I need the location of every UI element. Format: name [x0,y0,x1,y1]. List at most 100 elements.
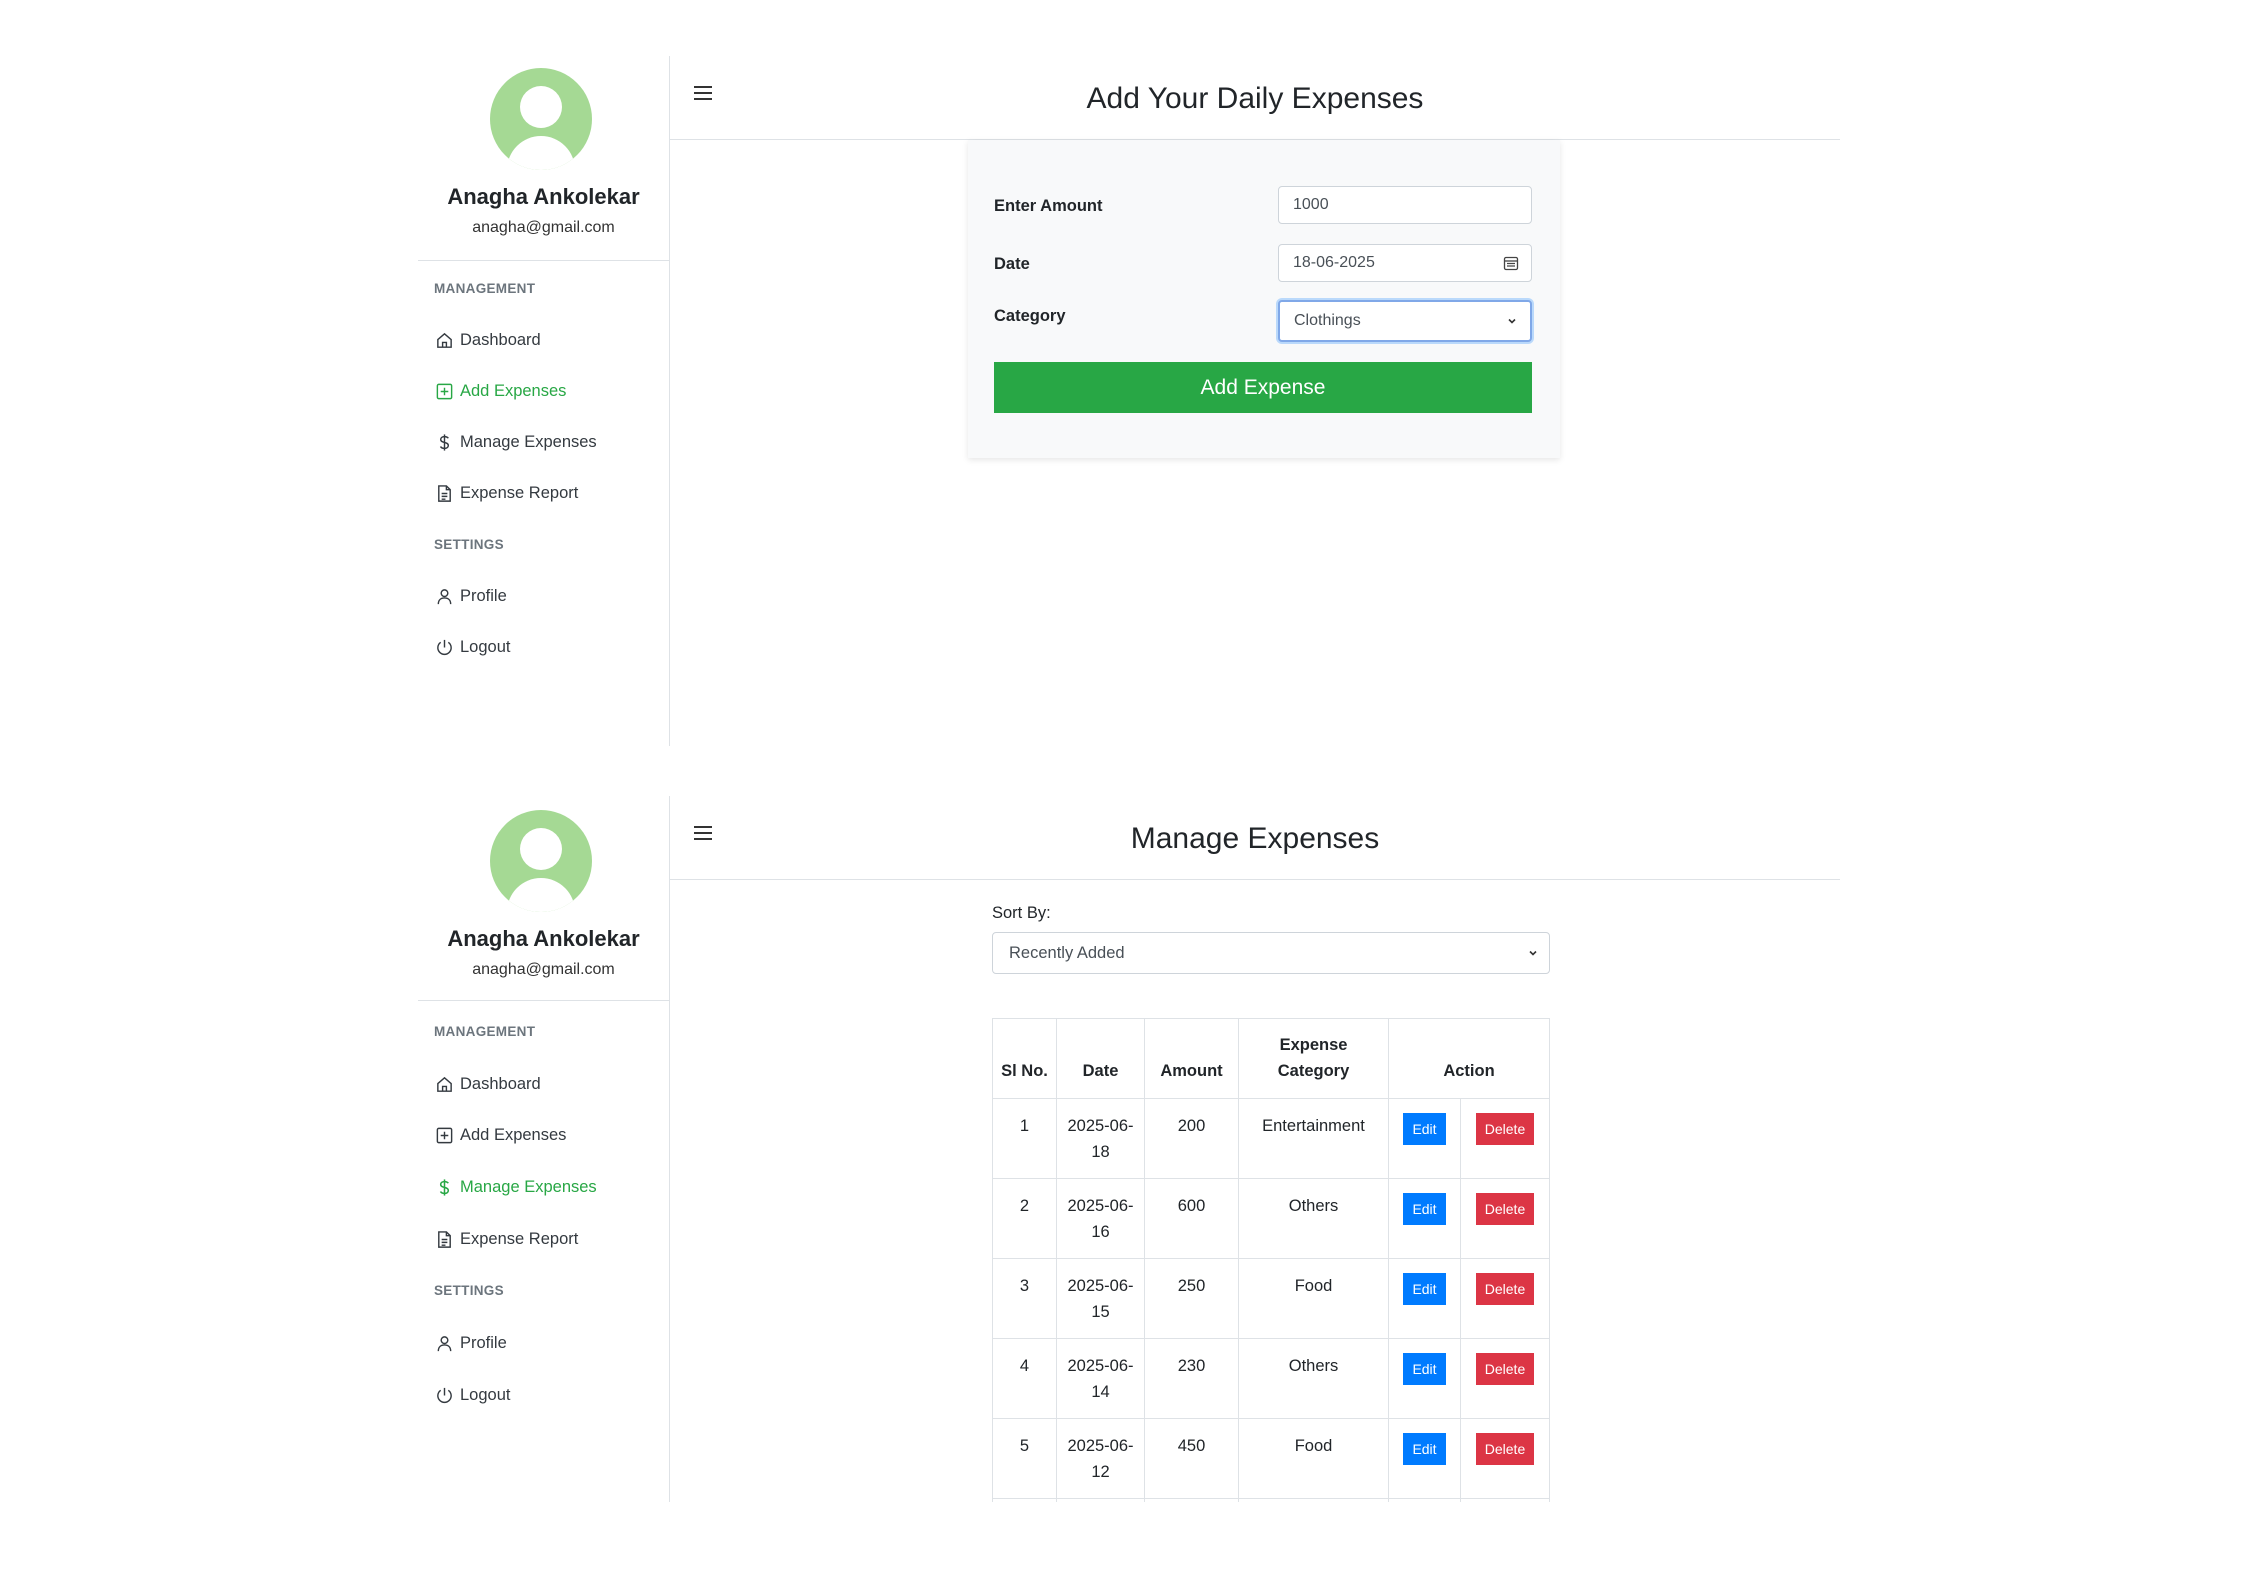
category-label: Category [994,307,1066,325]
chevron-down-icon [1527,933,1539,973]
header-sl-no: Sl No. [992,1018,1057,1099]
sidebar-item-profile[interactable]: Profile [434,1329,507,1357]
sidebar: Anagha Ankolekar anagha@gmail.com MANAGE… [418,796,670,1502]
sidebar-item-label: Profile [460,586,507,605]
add-expense-button[interactable]: Add Expense [994,362,1532,413]
add-expense-form: Enter Amount 1000 Date 18-06-2025 Catego… [968,140,1560,458]
sidebar-item-logout[interactable]: Logout [434,633,510,661]
edit-button[interactable]: Edit [1403,1273,1446,1305]
amount-input[interactable]: 1000 [1278,186,1532,224]
table-row: 3 2025-06-15 250 Food Edit Delete [992,1258,1550,1339]
table-row: 5 2025-06-12 450 Food Edit Delete [992,1418,1550,1499]
page-title: Manage Expenses [1130,822,1380,855]
sidebar-item-dashboard[interactable]: Dashboard [434,326,541,354]
table-row: 1 2025-06-18 200 Entertainment Edit Dele… [992,1098,1550,1179]
user-name: Anagha Ankolekar [447,184,640,209]
page-title: Add Your Daily Expenses [1086,82,1424,115]
avatar [490,810,592,912]
edit-button[interactable]: Edit [1403,1113,1446,1145]
sidebar-item-profile[interactable]: Profile [434,582,507,610]
edit-button[interactable]: Edit [1403,1353,1446,1385]
amount-value: 1000 [1293,196,1329,213]
sidebar-item-manage-expenses[interactable]: Manage Expenses [434,1173,597,1201]
sidebar-item-dashboard[interactable]: Dashboard [434,1070,541,1098]
sidebar-item-label: Logout [460,637,511,656]
amount-label: Enter Amount [994,197,1103,215]
delete-button[interactable]: Delete [1475,1273,1535,1305]
sort-select[interactable]: Recently Added [992,932,1550,974]
cell-date: 2025-06-16 [1056,1178,1145,1259]
cell-amount: 250 [1144,1258,1239,1339]
home-icon [434,330,454,350]
cell-category: Others [1238,1338,1389,1419]
chevron-down-icon [1506,302,1518,340]
date-input[interactable]: 18-06-2025 [1278,244,1532,282]
cell-sl: 2 [992,1178,1057,1259]
delete-button[interactable]: Delete [1475,1353,1535,1385]
user-icon [434,586,454,606]
category-select[interactable]: Clothings [1278,300,1532,342]
section-management: MANAGEMENT [434,1024,536,1039]
header-amount: Amount [1144,1018,1239,1099]
sidebar-item-label: Dashboard [460,330,541,349]
manage-expenses-screen: Anagha Ankolekar anagha@gmail.com MANAGE… [418,796,1840,1502]
cell-sl: 4 [992,1338,1057,1419]
plus-square-icon [434,381,454,401]
header-action: Action [1388,1018,1550,1099]
cell-amount: 450 [1144,1418,1239,1499]
sidebar-item-expense-report[interactable]: Expense Report [434,479,578,507]
section-settings: SETTINGS [434,537,504,552]
table-row: 4 2025-06-14 230 Others Edit Delete [992,1338,1550,1419]
user-icon [434,1333,454,1353]
sidebar-item-label: Logout [460,1385,511,1404]
cell-sl: 5 [992,1418,1057,1499]
document-icon [434,1229,454,1249]
sidebar-item-expense-report[interactable]: Expense Report [434,1225,578,1253]
table-row-partial [992,1498,1550,1502]
user-profile-card: Anagha Ankolekar anagha@gmail.com [418,56,669,261]
document-icon [434,483,454,503]
plus-square-icon [434,1125,454,1145]
sidebar-item-label: Add Expenses [460,1125,567,1144]
table-header-row: Sl No. Date Amount Expense Category Acti… [992,1018,1550,1099]
main-content: Manage Expenses Sort By: Recently Added … [670,796,1840,1502]
cell-date: 2025-06-14 [1056,1338,1145,1419]
delete-button[interactable]: Delete [1475,1193,1535,1225]
user-email: anagha@gmail.com [472,219,615,236]
top-bar: Add Your Daily Expenses [670,56,1840,140]
dollar-icon [434,1177,454,1197]
sort-label: Sort By: [992,904,1051,922]
user-name: Anagha Ankolekar [447,926,640,951]
category-value: Clothings [1294,312,1361,329]
sidebar: Anagha Ankolekar anagha@gmail.com MANAGE… [418,56,670,746]
date-value: 18-06-2025 [1293,254,1375,271]
cell-amount: 200 [1144,1098,1239,1179]
sort-value: Recently Added [1009,943,1125,962]
sidebar-item-label: Expense Report [460,483,579,502]
sidebar-item-label: Manage Expenses [460,432,597,451]
user-email: anagha@gmail.com [472,961,615,978]
table-row: 2 2025-06-16 600 Others Edit Delete [992,1178,1550,1259]
sidebar-item-label: Expense Report [460,1229,579,1248]
power-icon [434,1385,454,1405]
sidebar-item-label: Add Expenses [460,381,567,400]
sidebar-item-add-expenses[interactable]: Add Expenses [434,377,566,405]
cell-category: Food [1238,1258,1389,1339]
delete-button[interactable]: Delete [1475,1433,1535,1465]
calendar-icon[interactable] [1503,245,1519,281]
delete-button[interactable]: Delete [1475,1113,1535,1145]
avatar [490,68,592,170]
user-profile-card: Anagha Ankolekar anagha@gmail.com [418,796,669,1001]
sidebar-item-manage-expenses[interactable]: Manage Expenses [434,428,597,456]
cell-date: 2025-06-15 [1056,1258,1145,1339]
cell-date: 2025-06-12 [1056,1418,1145,1499]
top-bar: Manage Expenses [670,796,1840,880]
cell-sl: 3 [992,1258,1057,1339]
edit-button[interactable]: Edit [1403,1433,1446,1465]
sidebar-item-logout[interactable]: Logout [434,1381,510,1409]
expenses-table: Sl No. Date Amount Expense Category Acti… [992,1018,1550,1502]
sidebar-item-add-expenses[interactable]: Add Expenses [434,1121,566,1149]
sidebar-item-label: Dashboard [460,1074,541,1093]
edit-button[interactable]: Edit [1403,1193,1446,1225]
add-expenses-screen: Anagha Ankolekar anagha@gmail.com MANAGE… [418,56,1840,746]
